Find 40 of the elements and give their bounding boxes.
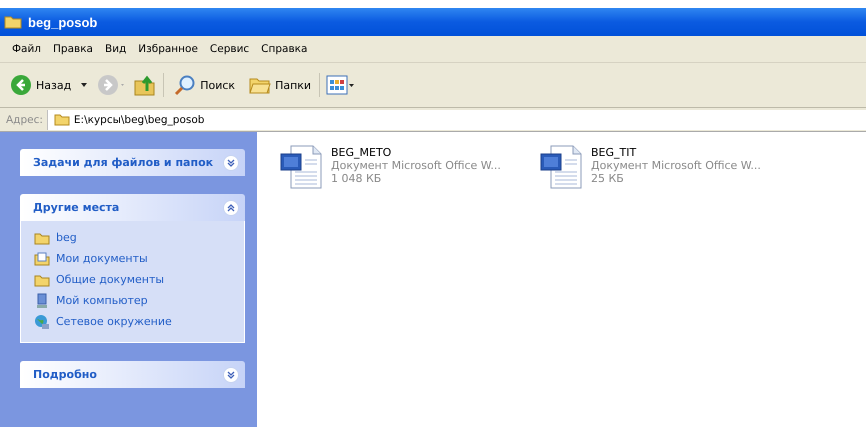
file-size: 25 КБ [591,172,625,185]
folders-button[interactable]: Папки [245,73,320,97]
menu-item[interactable]: Справка [255,43,314,55]
dropdown-caret-icon [81,83,88,87]
menu-item[interactable]: Файл [6,43,48,55]
documents-folder-icon [34,252,50,266]
search-icon [174,74,196,96]
folder-icon [54,113,70,126]
search-button[interactable]: Поиск [170,72,240,98]
file-type: Документ Microsoft Office W... [331,159,501,172]
views-icon[interactable] [326,74,356,96]
panel-header[interactable]: Другие места [20,194,245,221]
folder-icon [34,272,50,286]
menu-item[interactable]: Правка [47,43,99,55]
place-link[interactable]: Сетевое окружение [56,315,172,328]
expand-chevron-icon[interactable] [223,366,239,382]
menu-item[interactable]: Избранное [132,43,204,55]
computer-icon [34,292,50,308]
folder-icon [34,230,50,244]
file-size: 1 048 КБ [331,172,382,185]
globe-computer-icon [34,314,50,330]
menu-item[interactable]: Вид [98,43,132,55]
panel-header[interactable]: Подробно [20,361,245,388]
address-field[interactable]: E:\курсы\beg\beg_posob [46,110,866,130]
collapse-chevron-icon[interactable] [223,200,239,216]
folder-up-icon[interactable] [133,73,164,97]
address-label: Адрес: [5,114,44,126]
back-button[interactable]: Назад [6,72,92,98]
panel-header[interactable]: Задачи для файлов и папок [20,149,245,176]
menu-item[interactable]: Сервис [204,43,256,55]
folder-icon [4,15,22,29]
place-link[interactable]: Мой компьютер [56,294,148,307]
expand-chevron-icon[interactable] [223,154,239,170]
file-name[interactable]: BEG_METO [331,146,501,159]
place-link[interactable]: Мои документы [56,252,148,265]
file-type: Документ Microsoft Office W... [591,159,761,172]
file-name[interactable]: BEG_TIT [591,146,761,159]
window-title: beg_posob [28,14,98,30]
place-link[interactable]: beg [56,231,77,244]
place-link[interactable]: Общие документы [56,273,164,286]
